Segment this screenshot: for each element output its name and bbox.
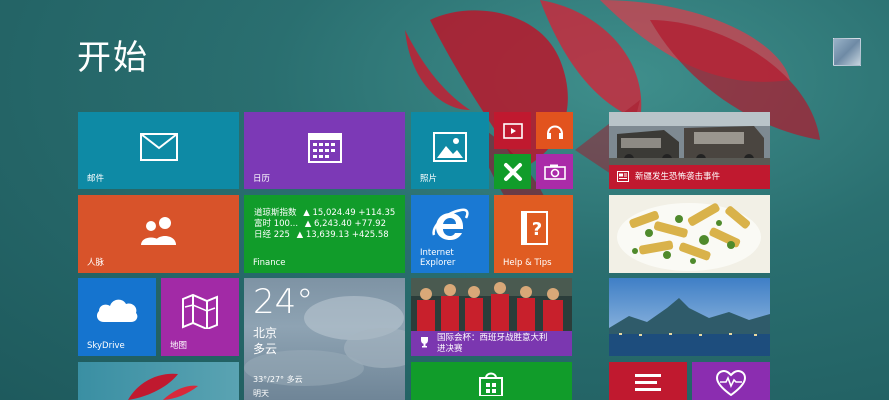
headphones-icon xyxy=(546,125,563,139)
map-icon xyxy=(182,293,218,329)
city-landscape-photo xyxy=(609,278,770,356)
weather-tile[interactable]: 24° 北京 多云 33°/27° 多云 明天 xyxy=(244,278,405,400)
sports-caption-line2: 进决赛 xyxy=(437,344,463,354)
people-icon xyxy=(140,217,176,246)
reading-list-tile[interactable] xyxy=(609,362,687,400)
finance-label: Finance xyxy=(253,258,286,268)
food-tile[interactable] xyxy=(609,195,770,273)
news-caption: 新疆发生恐怖袭击事件 xyxy=(609,165,770,189)
newspaper-icon xyxy=(617,171,629,182)
music-tile[interactable] xyxy=(536,112,573,149)
weather-day: 明天 xyxy=(253,389,269,398)
people-tile[interactable]: 人脉 xyxy=(78,195,239,273)
trophy-icon xyxy=(421,337,428,348)
finance-tile[interactable]: 道琼斯指数 ▲ 15,024.49 +114.35 富时 100... ▲ 6,… xyxy=(244,195,405,273)
news-photo xyxy=(609,112,770,165)
xbox-icon xyxy=(503,162,522,181)
finance-row-dow: 道琼斯指数 ▲ 15,024.49 +114.35 xyxy=(254,208,396,218)
finance-row-ftse: 富时 100... ▲ 6,243.40 +77.92 xyxy=(254,219,386,229)
people-label: 人脉 xyxy=(87,258,105,268)
svg-text:?: ? xyxy=(531,219,541,240)
mail-icon xyxy=(139,132,178,161)
reading-list-icon xyxy=(635,374,661,391)
photos-label: 照片 xyxy=(420,174,438,184)
help-tile[interactable]: ? Help & Tips xyxy=(494,195,573,273)
games-tile[interactable] xyxy=(494,154,531,189)
mail-label: 邮件 xyxy=(87,174,105,184)
desktop-flower xyxy=(128,373,198,400)
skydrive-label: SkyDrive xyxy=(87,341,125,351)
ie-tile[interactable]: Internet Explorer xyxy=(411,195,489,273)
heart-pulse-icon xyxy=(716,370,746,396)
desktop-tile[interactable] xyxy=(78,362,239,400)
help-book-icon: ? xyxy=(520,210,548,245)
user-avatar[interactable] xyxy=(833,38,861,66)
internet-explorer-icon xyxy=(432,208,469,241)
ie-label: Internet Explorer xyxy=(420,248,456,268)
store-bag-icon xyxy=(479,372,503,396)
skydrive-tile[interactable]: SkyDrive xyxy=(78,278,156,356)
health-tile[interactable] xyxy=(692,362,770,400)
finance-quotes: 道琼斯指数 ▲ 15,024.49 +114.35 富时 100... ▲ 6,… xyxy=(254,208,395,241)
pasta-photo xyxy=(609,195,770,273)
calendar-label: 日历 xyxy=(253,174,271,184)
landscape-tile[interactable] xyxy=(609,278,770,356)
video-icon xyxy=(502,122,523,139)
start-title: 开始 xyxy=(77,38,149,78)
video-tile[interactable] xyxy=(494,112,531,149)
mail-tile[interactable]: 邮件 xyxy=(78,112,239,189)
sports-photo xyxy=(411,278,572,331)
photo-icon xyxy=(433,131,467,162)
photos-tile[interactable]: 照片 xyxy=(411,112,489,189)
news-caption-text: 新疆发生恐怖袭击事件 xyxy=(635,172,721,182)
camera-icon xyxy=(543,164,566,180)
help-label: Help & Tips xyxy=(503,258,552,268)
calendar-icon xyxy=(307,132,342,163)
finance-row-nikkei: 日经 225 ▲ 13,639.13 +425.58 xyxy=(254,230,389,240)
weather-temperature: 24° xyxy=(253,282,314,322)
weather-range: 33°/27° 多云 xyxy=(253,375,303,384)
weather-city: 北京 xyxy=(253,326,278,340)
sports-tile[interactable]: 国际会杯：西班牙战胜意大利 进决赛 xyxy=(411,278,572,356)
news-tile[interactable]: 新疆发生恐怖袭击事件 xyxy=(609,112,770,189)
sports-caption-line1: 国际会杯：西班牙战胜意大利 xyxy=(437,333,548,343)
sports-caption: 国际会杯：西班牙战胜意大利 进决赛 xyxy=(411,331,572,356)
calendar-tile[interactable]: 日历 xyxy=(244,112,405,189)
cloud-icon xyxy=(96,299,138,323)
store-tile[interactable] xyxy=(411,362,572,400)
maps-tile[interactable]: 地图 xyxy=(161,278,239,356)
maps-label: 地图 xyxy=(170,341,188,351)
camera-tile[interactable] xyxy=(536,154,573,189)
weather-condition: 多云 xyxy=(253,342,278,356)
